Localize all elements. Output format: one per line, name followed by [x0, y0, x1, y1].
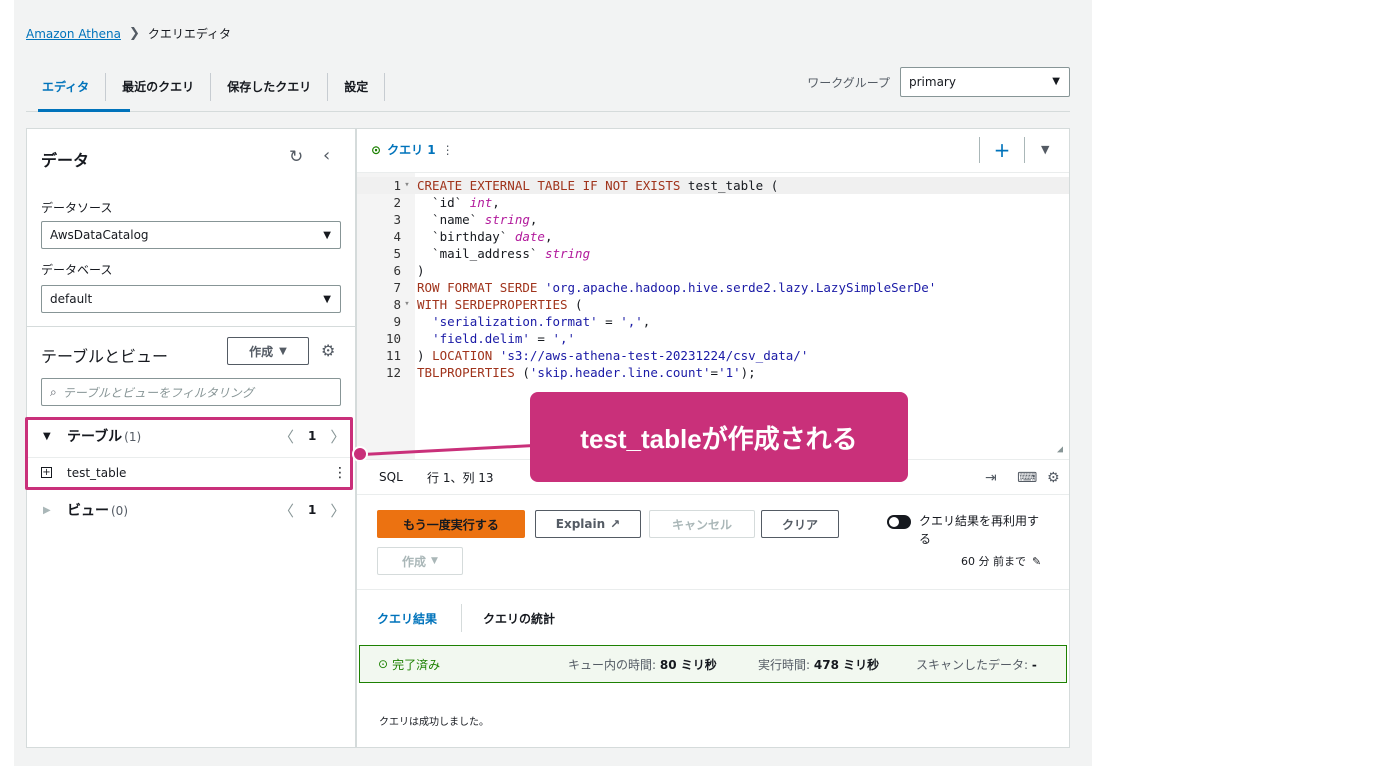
clear-button[interactable]: クリア — [761, 510, 839, 538]
breadcrumb-athena-link[interactable]: Amazon Athena — [26, 27, 121, 41]
workgroup-value: primary — [909, 75, 956, 89]
cancel-label: キャンセル — [671, 517, 732, 532]
exec-time: 実行時間: 478 ミリ秒 — [758, 657, 880, 672]
code-line: 1 ▾ CREATE EXTERNAL TABLE IF NOT EXISTS te… — [357, 177, 1069, 194]
code-line: 10 'field.delim' = ',' — [385, 331, 576, 346]
data-panel-title: データ — [41, 151, 90, 170]
tab-settings[interactable]: 設定 — [328, 72, 386, 101]
athena-console: Amazon Athena ❯ クエリエディタ エディタ 最近のクエリ 保存した… — [14, 0, 1092, 766]
queue-time: キュー内の時間: 80 ミリ秒 — [568, 657, 717, 672]
code-line: 5 `mail_address` string — [393, 246, 591, 261]
annotation-dot — [352, 446, 368, 462]
caret-down-icon: ▼ — [431, 556, 438, 566]
query-tab[interactable]: ⊙ クエリ 1 ⋮ — [371, 141, 454, 158]
tab-saved-queries[interactable]: 保存したクエリ — [211, 72, 329, 101]
reuse-time: 60 分 前まで ✎ — [961, 553, 1041, 569]
datasource-value: AwsDataCatalog — [50, 228, 149, 242]
external-link-icon: ↗ — [610, 517, 621, 531]
tab-query-stats[interactable]: クエリの統計 — [483, 610, 555, 627]
tab-editor[interactable]: エディタ — [26, 72, 107, 101]
edit-pencil-icon[interactable]: ✎ — [1032, 555, 1041, 568]
top-navigation: エディタ 最近のクエリ 保存したクエリ 設定 ワークグループ primary ▼ — [26, 62, 1070, 112]
check-circle-icon: ⊙ — [378, 657, 389, 671]
code-line: 8 ▾ WITH SERDEPROPERTIES ( — [393, 297, 583, 312]
status-completed: ⊙ 完了済み — [378, 657, 441, 672]
views-section-header[interactable]: ▶ ビュー (0) 〈 1 〉 — [27, 495, 355, 525]
clear-label: クリア — [781, 517, 818, 532]
explain-label: Explain — [555, 517, 606, 531]
code-line: 6) — [393, 263, 425, 278]
breadcrumb: Amazon Athena ❯ クエリエディタ — [26, 25, 231, 42]
breadcrumb-current: クエリエディタ — [147, 27, 232, 41]
chevron-right-icon[interactable]: 〉 — [330, 500, 345, 521]
gear-icon[interactable]: ⚙ — [321, 341, 335, 360]
code-line: 7 ROW FORMAT SERDE 'org.apache.hadoop.hiv… — [393, 280, 937, 295]
datasource-label: データソース — [41, 201, 113, 215]
annotation-highlight-box — [25, 417, 353, 490]
tables-views-title: テーブルとビュー — [41, 347, 169, 366]
code-line: 4 `birthday` date, — [393, 229, 553, 244]
code-line: 9 'serialization.format' = ',', — [393, 314, 651, 329]
run-again-label: もう一度実行する — [403, 517, 499, 532]
database-label: データベース — [41, 263, 113, 277]
caret-down-icon: ▼ — [323, 294, 331, 305]
collapse-panel-icon[interactable]: ‹ — [323, 145, 330, 166]
code-line: 12 TBLPROPERTIES ('skip.header.line.count… — [385, 365, 756, 380]
caret-down-icon: ▼ — [323, 230, 331, 241]
code-line: 3 `name` string, — [393, 212, 538, 227]
database-value: default — [50, 292, 93, 306]
active-tab-indicator — [38, 109, 130, 112]
breadcrumb-chevron-icon: ❯ — [128, 26, 140, 41]
workgroup-label: ワークグループ — [807, 75, 890, 90]
code-line: 2 `id` int, — [393, 195, 500, 210]
workgroup-select[interactable]: primary ▼ — [900, 67, 1070, 97]
create-dropdown-button[interactable]: 作成 ▼ — [227, 337, 309, 365]
workgroup-selector: ワークグループ primary ▼ — [807, 67, 1070, 97]
vertical-dots-icon[interactable]: ⋮ — [442, 143, 454, 157]
resize-grip-icon[interactable]: ◢ — [1057, 444, 1063, 455]
scanned-data: スキャンしたデータ: - — [916, 657, 1037, 672]
code-line: 11) LOCATION 's3://aws-athena-test-20231… — [385, 348, 809, 363]
create-label: 作成 — [249, 344, 274, 359]
format-indent-icon[interactable]: ⇥ — [985, 470, 997, 486]
reuse-time-value: 60 分 前まで — [961, 555, 1026, 568]
create-label: 作成 — [402, 554, 427, 569]
query-tab-name: クエリ 1 — [387, 143, 436, 157]
add-query-tab-button[interactable]: + — [979, 137, 1025, 163]
explain-button[interactable]: Explain ↗ — [535, 510, 641, 538]
query-tab-bar: ⊙ クエリ 1 ⋮ + ▼ — [357, 129, 1069, 173]
query-status-bar: ⊙ 完了済み キュー内の時間: 80 ミリ秒 実行時間: 478 ミリ秒 スキャ… — [359, 645, 1067, 683]
views-pagination: 〈 1 〉 — [279, 500, 345, 521]
caret-collapsed-icon: ▶ — [43, 504, 51, 516]
caret-down-icon: ▼ — [1052, 76, 1060, 87]
filter-placeholder: テーブルとビューをフィルタリング — [62, 385, 254, 400]
views-page-number[interactable]: 1 — [308, 503, 316, 517]
result-message: クエリは成功しました。 — [379, 717, 489, 728]
keyboard-icon[interactable]: ⌨ — [1017, 470, 1037, 486]
tab-divider — [461, 604, 462, 632]
views-label: ビュー (0) — [67, 503, 128, 519]
datasource-select[interactable]: AwsDataCatalog ▼ — [41, 221, 341, 249]
divider — [27, 326, 355, 327]
editor-language: SQL — [379, 470, 403, 484]
cancel-button[interactable]: キャンセル — [649, 510, 755, 538]
tab-recent-queries[interactable]: 最近のクエリ — [106, 72, 212, 101]
annotation-callout: test_tableが作成される — [530, 392, 908, 482]
chevron-left-icon[interactable]: 〈 — [279, 500, 294, 521]
check-circle-icon: ⊙ — [371, 142, 382, 157]
table-filter-input[interactable]: ⌕ テーブルとビューをフィルタリング — [41, 378, 341, 406]
result-tabs: クエリ結果 クエリの統計 — [357, 589, 1069, 645]
reuse-results-toggle[interactable] — [887, 515, 911, 529]
caret-down-icon: ▼ — [279, 345, 287, 357]
run-again-button[interactable]: もう一度実行する — [377, 510, 525, 538]
search-icon: ⌕ — [50, 384, 57, 399]
tab-query-results[interactable]: クエリ結果 — [377, 610, 437, 627]
cursor-position: 行 1、列 13 — [427, 470, 494, 485]
caret-down-icon[interactable]: ▼ — [1041, 143, 1049, 156]
database-select[interactable]: default ▼ — [41, 285, 341, 313]
create-query-dropdown-button[interactable]: 作成 ▼ — [377, 547, 463, 575]
reuse-results-label: クエリ結果を再利用する — [919, 514, 1040, 546]
gear-icon[interactable]: ⚙ — [1047, 470, 1060, 486]
refresh-icon[interactable]: ↻ — [289, 147, 303, 167]
